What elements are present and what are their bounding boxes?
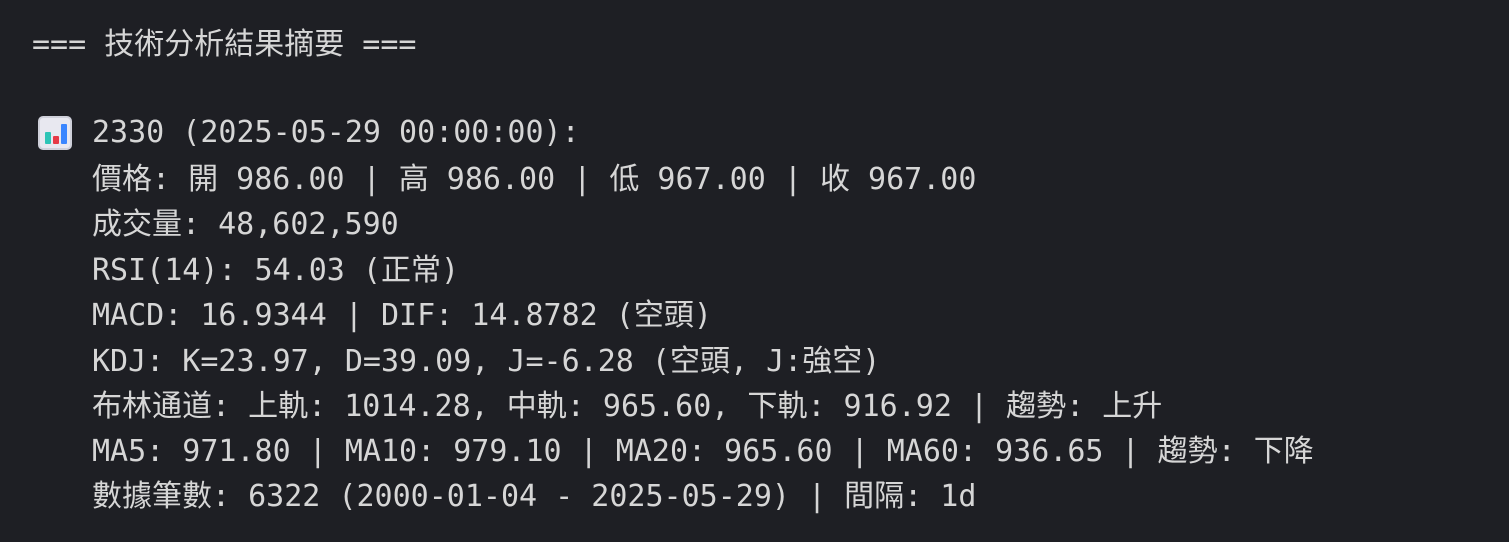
volume-line: 成交量: 48,602,590 xyxy=(92,207,399,242)
summary-header: === 技術分析結果摘要 === xyxy=(32,27,417,62)
terminal-output: === 技術分析結果摘要 === 2330 (2025-05-29 00:00:… xyxy=(0,0,1509,542)
data-count-line: 數據筆數: 6322 (2000-01-04 - 2025-05-29) | 間… xyxy=(92,479,977,514)
kdj-line: KDJ: K=23.97, D=39.09, J=-6.28 (空頭, J:強空… xyxy=(92,344,881,379)
price-line: 價格: 開 986.00 | 高 986.00 | 低 967.00 | 收 9… xyxy=(92,162,977,197)
macd-line: MACD: 16.9344 | DIF: 14.8782 (空頭) xyxy=(92,298,712,333)
moving-average-line: MA5: 971.80 | MA10: 979.10 | MA20: 965.6… xyxy=(92,434,1314,469)
rsi-line: RSI(14): 54.03 (正常) xyxy=(92,253,460,288)
bollinger-line: 布林通道: 上軌: 1014.28, 中軌: 965.60, 下軌: 916.9… xyxy=(92,389,1163,424)
bar-chart-icon xyxy=(38,116,72,150)
stock-title: 2330 (2025-05-29 00:00:00): xyxy=(92,115,580,150)
